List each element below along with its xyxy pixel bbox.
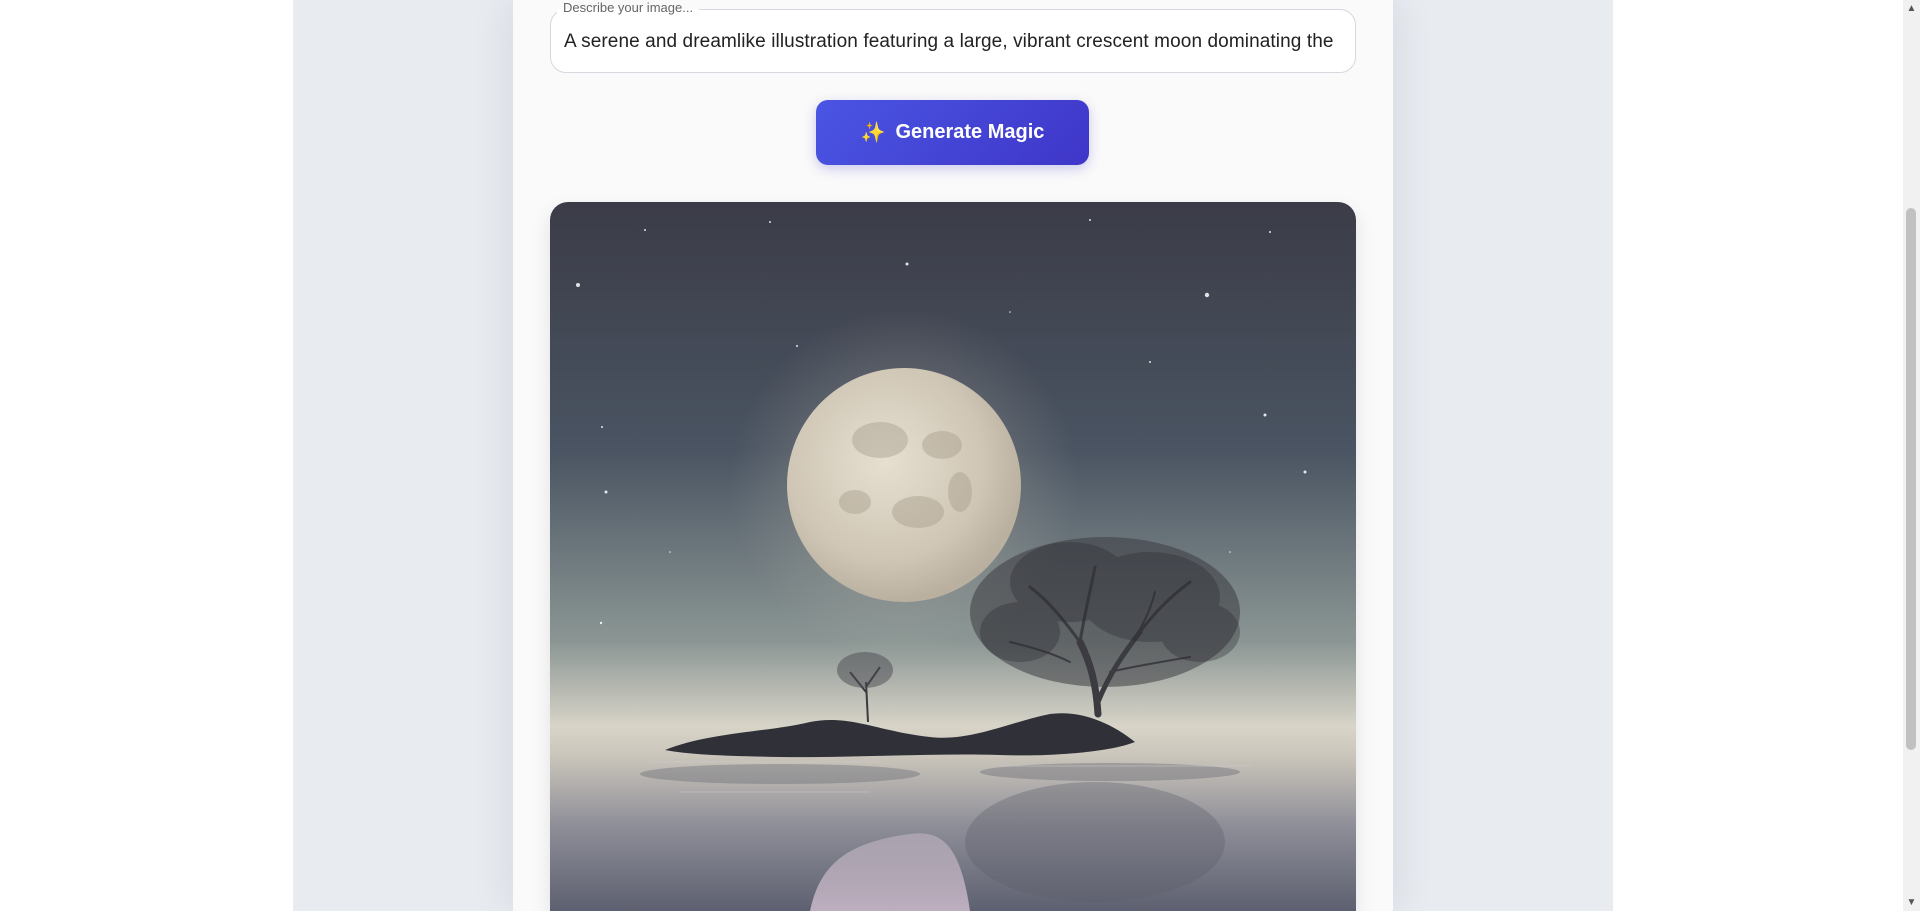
scrollbar-thumb[interactable]	[1906, 208, 1916, 750]
scroll-up-icon[interactable]: ▲	[1905, 2, 1918, 15]
generate-magic-button[interactable]: ✨ Generate Magic	[816, 100, 1089, 165]
generated-image-art	[550, 202, 1356, 911]
sparkles-icon: ✨	[860, 122, 886, 144]
prompt-input-value[interactable]: A serene and dreamlike illustration feat…	[564, 28, 1342, 56]
generated-image	[550, 202, 1356, 911]
scroll-down-icon[interactable]: ▼	[1905, 896, 1918, 909]
generate-button-label: Generate Magic	[895, 121, 1045, 143]
prompt-label: Describe your image...	[557, 0, 700, 16]
